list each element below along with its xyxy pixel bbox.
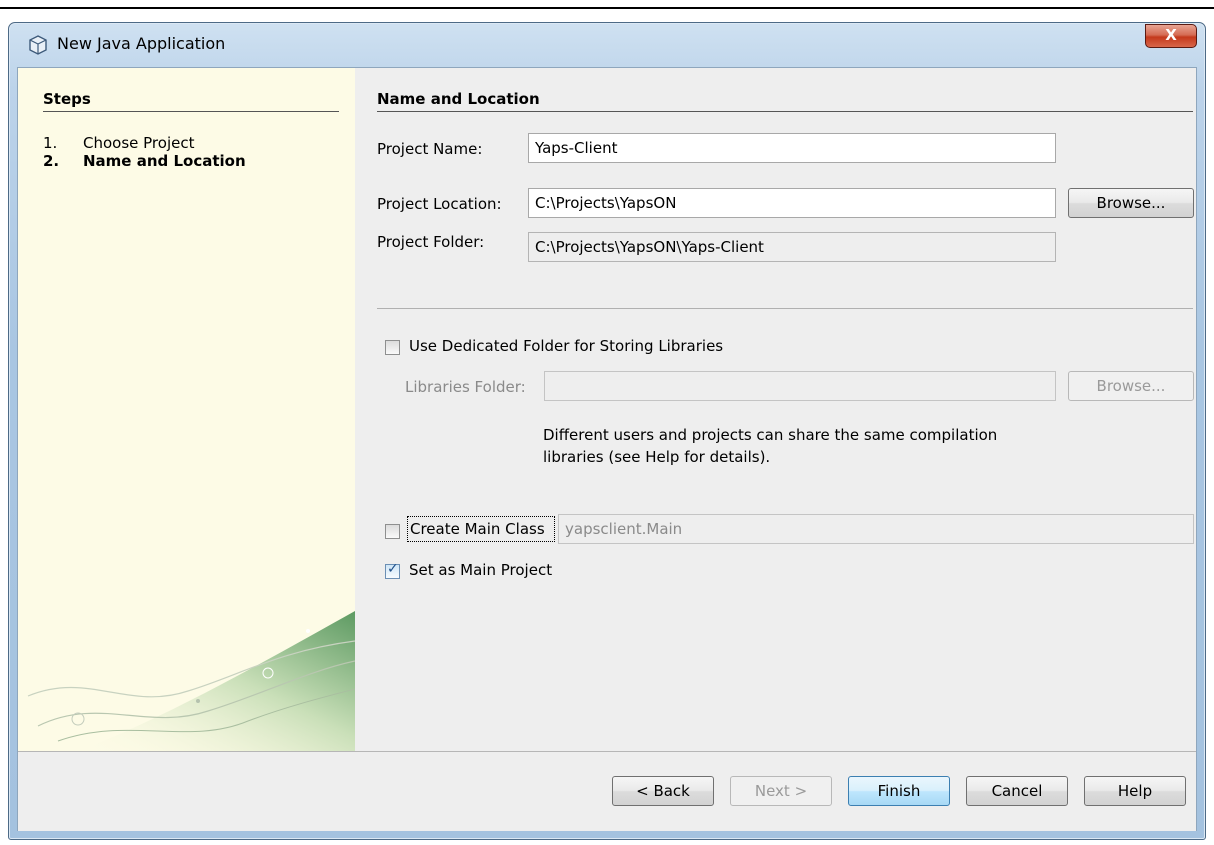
hint-line-1: Different users and projects can share t… xyxy=(543,426,998,444)
title-bar[interactable]: New Java Application X xyxy=(9,23,1205,66)
decorative-swirl-image xyxy=(27,611,355,751)
options-divider xyxy=(377,308,1193,309)
section-divider xyxy=(377,111,1193,112)
checkmark-icon: ✓ xyxy=(387,561,399,577)
cancel-button[interactable]: Cancel xyxy=(966,776,1068,806)
project-cube-icon xyxy=(29,35,47,55)
project-location-browse-button[interactable]: Browse... xyxy=(1068,188,1194,218)
back-button[interactable]: < Back xyxy=(612,776,714,806)
step-number: 2. xyxy=(43,152,60,170)
set-main-project-checkbox[interactable]: ✓ xyxy=(385,561,400,579)
close-button[interactable]: X xyxy=(1145,24,1197,48)
steps-panel: Steps 1. Choose Project 2. Name and Locati… xyxy=(18,68,355,751)
project-name-input[interactable]: Yaps-Client xyxy=(528,133,1056,163)
window-title: New Java Application xyxy=(57,34,226,53)
new-java-application-dialog: New Java Application X Steps 1. Choose Pr… xyxy=(8,22,1206,840)
step-label: Choose Project xyxy=(83,134,195,152)
project-folder-field: C:\Projects\YapsON\Yaps-Client xyxy=(528,232,1056,262)
dedicated-folder-label[interactable]: Use Dedicated Folder for Storing Librari… xyxy=(409,337,723,355)
main-class-input: yapsclient.Main xyxy=(558,514,1194,544)
steps-title: Steps xyxy=(43,90,91,108)
libraries-folder-input xyxy=(544,371,1056,401)
libraries-folder-label: Libraries Folder: xyxy=(405,378,526,396)
button-bar: < Back Next > Finish Cancel Help xyxy=(18,751,1196,831)
finish-button[interactable]: Finish xyxy=(848,776,950,806)
top-rule xyxy=(0,7,1214,9)
next-button: Next > xyxy=(730,776,832,806)
project-folder-label: Project Folder: xyxy=(377,233,485,251)
hint-line-2: libraries (see Help for details). xyxy=(543,448,771,466)
name-and-location-panel: Name and Location Project Name: Yaps-Cli… xyxy=(355,68,1196,751)
project-location-input[interactable]: C:\Projects\YapsON xyxy=(528,188,1056,218)
create-main-class-label[interactable]: Create Main Class xyxy=(410,520,545,538)
dedicated-folder-checkbox[interactable] xyxy=(385,340,400,355)
project-name-label: Project Name: xyxy=(377,140,483,158)
project-location-label: Project Location: xyxy=(377,195,502,213)
step-label: Name and Location xyxy=(83,152,246,170)
create-main-class-checkbox[interactable] xyxy=(385,524,400,539)
steps-divider xyxy=(43,111,339,112)
libraries-hint-text: Different users and projects can share t… xyxy=(543,424,1063,468)
help-button[interactable]: Help xyxy=(1084,776,1186,806)
dialog-client-area: Steps 1. Choose Project 2. Name and Locati… xyxy=(17,67,1197,831)
section-title: Name and Location xyxy=(377,90,540,108)
step-number: 1. xyxy=(43,134,58,152)
set-main-project-label[interactable]: Set as Main Project xyxy=(409,561,552,579)
libraries-browse-button: Browse... xyxy=(1068,371,1194,401)
step-choose-project: 1. Choose Project xyxy=(43,134,194,152)
step-name-and-location: 2. Name and Location xyxy=(43,152,246,170)
